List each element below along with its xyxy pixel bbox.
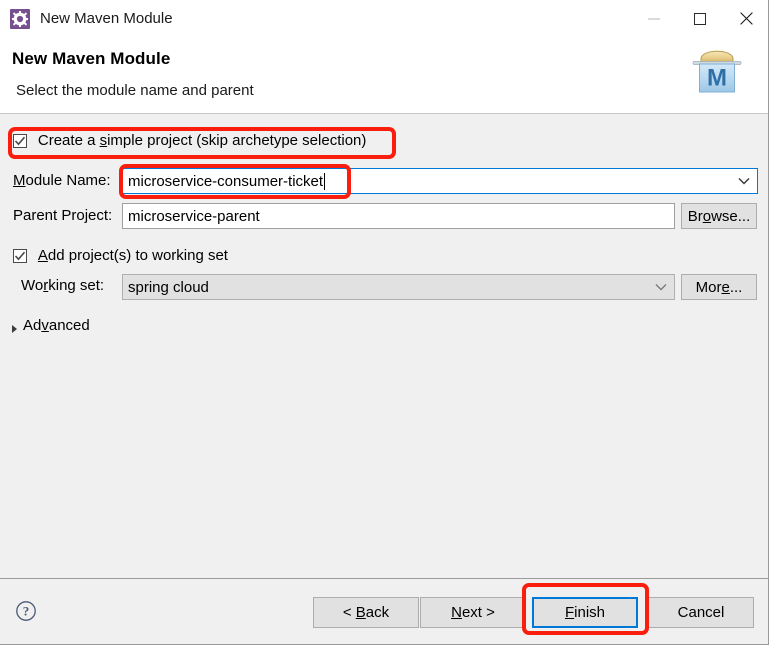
dialog-header: New Maven Module Select the module name …: [0, 37, 768, 114]
back-button[interactable]: < Back: [313, 597, 419, 628]
simple-project-row[interactable]: Create a simple project (skip archetype …: [13, 132, 366, 149]
text-caret: [324, 172, 326, 190]
advanced-disclosure[interactable]: Advanced: [0, 315, 200, 339]
module-name-value: microservice-consumer-ticket: [128, 172, 324, 190]
more-button[interactable]: More...: [681, 274, 757, 300]
working-set-label: Working set:: [21, 277, 105, 294]
close-icon[interactable]: [723, 0, 768, 37]
module-name-label: Module Name:: [13, 172, 111, 189]
help-icon[interactable]: ?: [15, 600, 37, 622]
add-working-set-label: Add project(s) to working set: [37, 247, 228, 264]
page-title: New Maven Module: [12, 49, 171, 68]
working-set-combo[interactable]: spring cloud: [122, 274, 675, 300]
more-button-label: More...: [695, 278, 743, 296]
button-bar: ? < Back Next > Finish Cancel: [0, 578, 768, 644]
advanced-label: Advanced: [23, 317, 90, 334]
add-working-set-checkbox[interactable]: [13, 249, 27, 264]
maximize-icon[interactable]: [677, 0, 723, 37]
parent-project-input[interactable]: microservice-parent: [122, 203, 675, 229]
page-subtitle: Select the module name and parent: [16, 82, 254, 99]
browse-button-label: Browse...: [687, 207, 751, 225]
simple-project-label: Create a simple project (skip archetype …: [37, 132, 367, 149]
parent-project-value: microservice-parent: [128, 207, 260, 225]
finish-button[interactable]: Finish: [532, 597, 638, 628]
simple-project-checkbox[interactable]: [13, 134, 27, 149]
next-button[interactable]: Next >: [420, 597, 526, 628]
finish-button-label: Finish: [564, 604, 606, 621]
maven-logo: M: [685, 43, 749, 103]
cancel-button-label: Cancel: [677, 604, 725, 621]
window-title: New Maven Module: [40, 10, 173, 27]
parent-project-label: Parent Project:: [13, 207, 113, 224]
module-name-input[interactable]: microservice-consumer-ticket: [122, 168, 758, 194]
chevron-down-icon[interactable]: [738, 177, 750, 185]
triangle-right-icon: [12, 325, 17, 333]
add-working-set-row[interactable]: Add project(s) to working set: [13, 247, 228, 264]
maven-module-icon: [10, 8, 30, 29]
dialog-body: Create a simple project (skip archetype …: [0, 115, 768, 578]
svg-text:?: ?: [23, 604, 30, 619]
cancel-button[interactable]: Cancel: [648, 597, 754, 628]
chevron-down-icon[interactable]: [655, 283, 667, 291]
title-bar: New Maven Module: [0, 0, 768, 37]
working-set-value: spring cloud: [128, 278, 209, 296]
svg-text:M: M: [707, 65, 727, 92]
window-controls: [631, 0, 768, 37]
new-maven-module-dialog: New Maven Module New Maven Module Select…: [0, 0, 769, 645]
browse-button[interactable]: Browse...: [681, 203, 757, 229]
minimize-icon[interactable]: [631, 0, 677, 37]
back-button-label: < Back: [342, 604, 390, 621]
next-button-label: Next >: [451, 604, 495, 621]
